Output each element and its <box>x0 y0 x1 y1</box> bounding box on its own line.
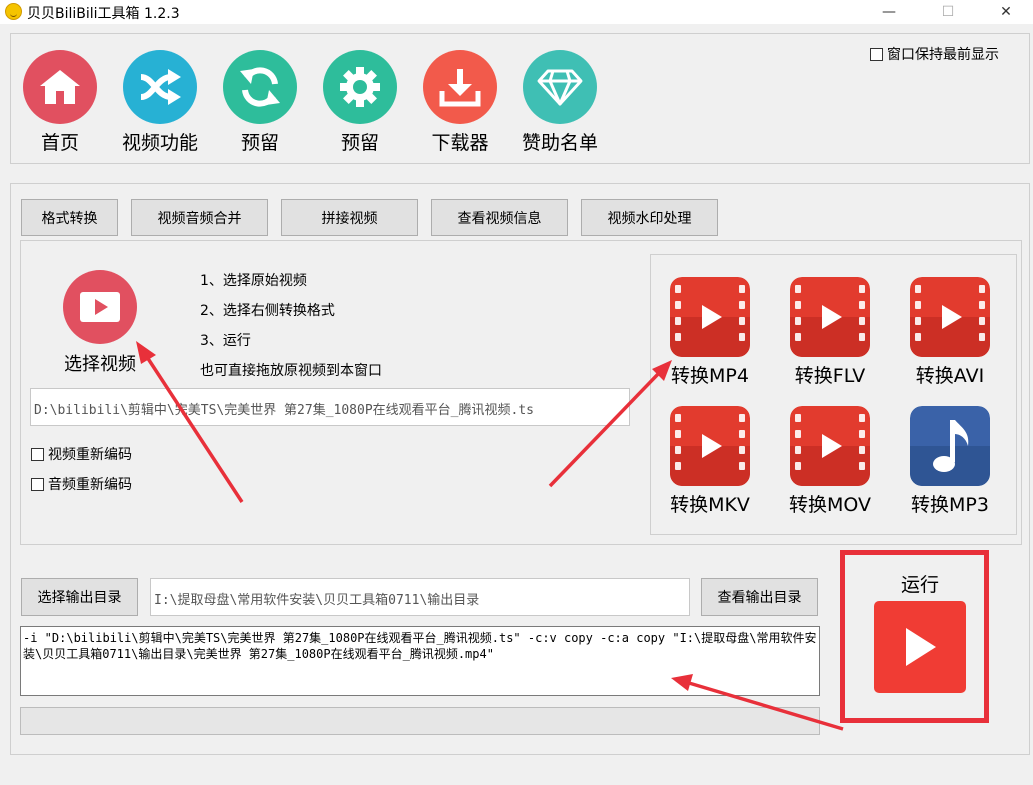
annotation-arrowhead <box>136 341 156 364</box>
annotation-arrowhead <box>671 674 693 691</box>
annotation-arrow-command <box>688 681 844 731</box>
annotation-arrows <box>136 341 844 731</box>
annotation-arrow-select-video <box>145 356 244 503</box>
annotation-arrow-formats <box>548 370 662 488</box>
